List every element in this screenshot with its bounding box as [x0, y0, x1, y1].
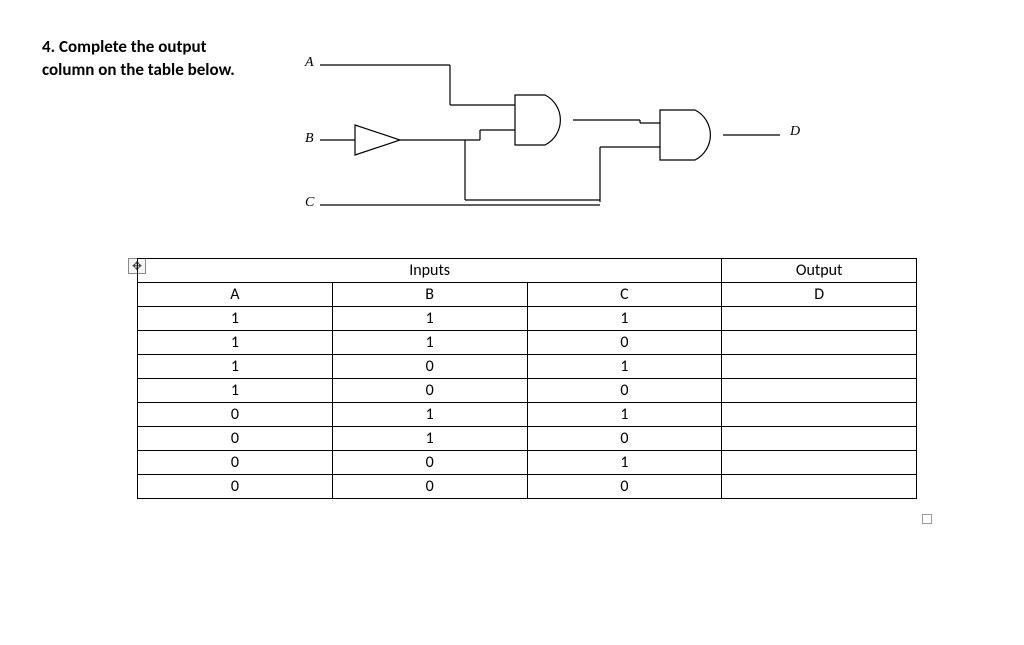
cell-d[interactable] [722, 427, 917, 451]
cell-b: 0 [332, 451, 527, 475]
cell-c: 1 [527, 307, 722, 331]
cell-c: 0 [527, 475, 722, 499]
header-inputs: Inputs [138, 259, 722, 283]
cell-c: 1 [527, 355, 722, 379]
table-header-row-1: Inputs Output [138, 259, 917, 283]
table-row: 1 0 0 [138, 379, 917, 403]
circuit-label-a: A [305, 55, 314, 71]
cell-b: 0 [332, 379, 527, 403]
cell-b: 1 [332, 331, 527, 355]
cell-c: 0 [527, 331, 722, 355]
cell-a: 1 [138, 307, 333, 331]
table-row: 0 1 0 [138, 427, 917, 451]
cell-d[interactable] [722, 475, 917, 499]
table-row: 0 0 0 [138, 475, 917, 499]
cell-c: 1 [527, 451, 722, 475]
table-row: 1 0 1 [138, 355, 917, 379]
header-output: Output [722, 259, 917, 283]
cell-a: 0 [138, 451, 333, 475]
circuit-svg [300, 55, 820, 235]
circuit-label-b: B [305, 131, 314, 147]
cell-d[interactable] [722, 403, 917, 427]
col-c: C [527, 283, 722, 307]
table-row: 0 1 1 [138, 403, 917, 427]
cell-b: 1 [332, 427, 527, 451]
col-a: A [138, 283, 333, 307]
cell-d[interactable] [722, 379, 917, 403]
cell-d[interactable] [722, 355, 917, 379]
table-header-row-2: A B C D [138, 283, 917, 307]
cell-b: 0 [332, 355, 527, 379]
col-d: D [722, 283, 917, 307]
table-resize-handle-icon[interactable] [922, 514, 932, 524]
cell-a: 1 [138, 331, 333, 355]
circuit-label-d: D [790, 124, 800, 140]
cell-a: 1 [138, 355, 333, 379]
question-line2: column on the table below. [42, 59, 235, 82]
cell-d[interactable] [722, 307, 917, 331]
cell-c: 0 [527, 379, 722, 403]
cell-a: 0 [138, 427, 333, 451]
col-b: B [332, 283, 527, 307]
cell-b: 1 [332, 403, 527, 427]
logic-circuit-diagram: A B C D [300, 55, 820, 235]
cell-b: 0 [332, 475, 527, 499]
table-row: 1 1 1 [138, 307, 917, 331]
cell-d[interactable] [722, 331, 917, 355]
cell-b: 1 [332, 307, 527, 331]
cell-c: 0 [527, 427, 722, 451]
cell-a: 0 [138, 403, 333, 427]
circuit-label-c: C [305, 195, 314, 211]
cell-a: 1 [138, 379, 333, 403]
cell-c: 1 [527, 403, 722, 427]
question-text: 4. Complete the output column on the tab… [42, 36, 235, 82]
truth-table: Inputs Output A B C D 1 1 1 1 1 0 1 0 1 [137, 258, 917, 499]
question-line1: 4. Complete the output [42, 36, 235, 59]
table-row: 1 1 0 [138, 331, 917, 355]
cell-a: 0 [138, 475, 333, 499]
cell-d[interactable] [722, 451, 917, 475]
table-row: 0 0 1 [138, 451, 917, 475]
